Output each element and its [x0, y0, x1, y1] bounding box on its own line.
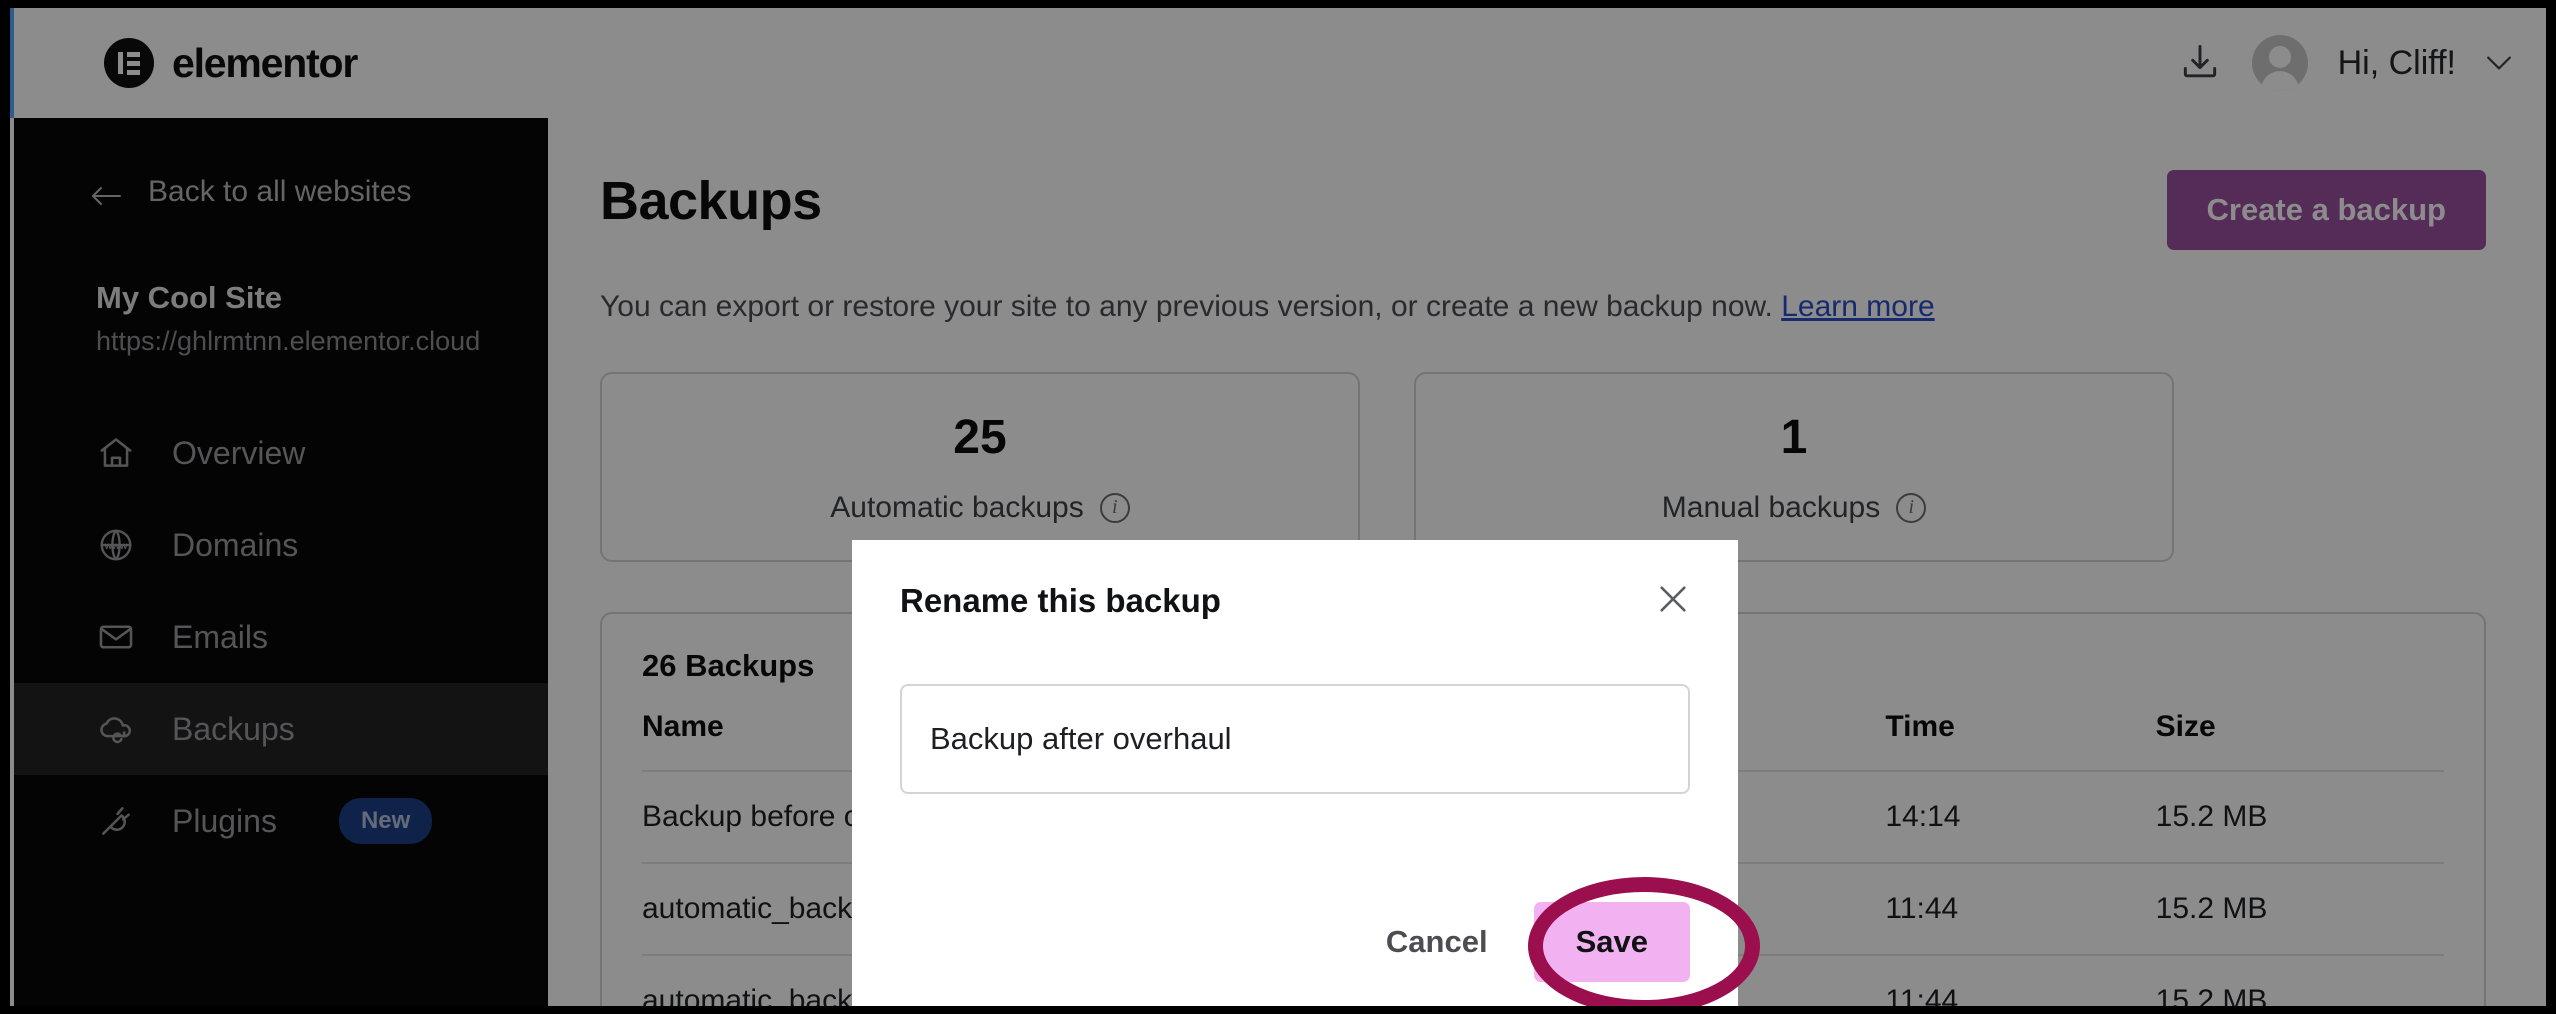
dialog-title: Rename this backup [900, 582, 1221, 619]
app-window: elementor Hi, Cliff! Back to all website… [0, 0, 2556, 1014]
close-icon[interactable] [1656, 582, 1690, 616]
dialog-actions: Cancel Save [900, 902, 1690, 982]
cancel-button[interactable]: Cancel [1366, 906, 1508, 978]
save-button[interactable]: Save [1533, 902, 1690, 982]
window-frame-right [2546, 0, 2556, 1014]
window-frame-top [0, 0, 2556, 8]
backup-name-input[interactable] [900, 684, 1690, 794]
window-frame-accent [10, 8, 14, 118]
window-frame-left [0, 0, 10, 1014]
rename-backup-dialog: Rename this backup Cancel Save [852, 540, 1738, 1006]
window-frame-bottom [0, 1006, 2556, 1014]
dialog-header: Rename this backup [900, 582, 1690, 620]
